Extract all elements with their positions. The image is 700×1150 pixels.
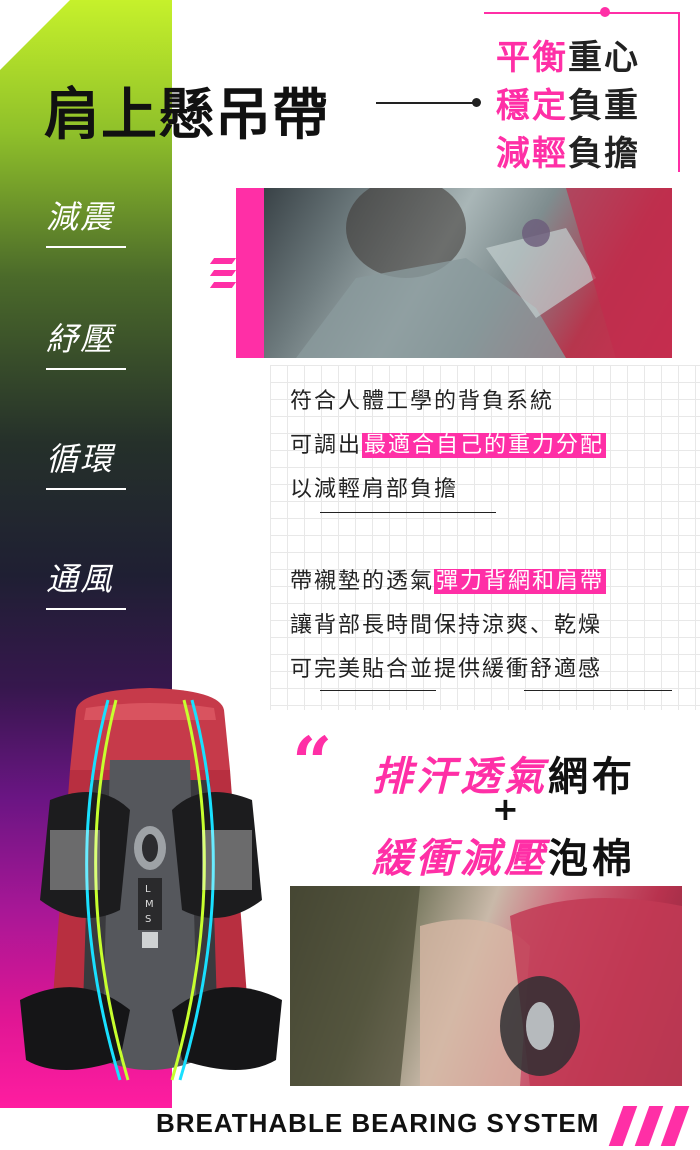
underline [320,512,496,513]
desc-text: 可調出 [290,433,363,458]
underline [524,690,672,691]
footer-text: BREATHABLE BEARING SYSTEM [156,1108,600,1138]
desc-line: 帶襯墊的透氣彈力背網和肩帶 [290,563,607,595]
desc-line: 以減輕肩部負擔 [290,477,459,502]
feature-divider [46,488,126,490]
highlight-dark: 網布 [548,754,636,800]
page-title: 肩上懸吊帶 [44,83,329,148]
title-connector-dot [472,98,481,107]
hip-belt-photo [290,886,682,1086]
feature-ventilation: 通風 [46,560,115,598]
highlight-dark: 泡棉 [548,836,636,882]
shoulder-strap-photo [236,188,672,358]
title-connector-line [376,102,476,104]
slogan-pink-text: 平衡 [496,38,568,78]
quote-mark: “ [292,721,333,804]
size-label-m: M [145,899,154,910]
desc-line: 符合人體工學的背負系統 [290,389,555,414]
corner-decoration [0,0,70,70]
slogan-line-1: 平衡重心 [496,30,640,79]
desc-highlight: 彈力背網和肩帶 [434,569,607,594]
highlight-line-2: 緩衝減壓泡棉 [372,826,636,884]
highlight-pink: 緩衝減壓 [372,836,548,882]
slogan-pink-text: 穩定 [496,86,568,126]
underline [320,690,436,691]
desc-line: 可完美貼合並提供緩衝舒適感 [290,657,603,682]
slogan-dark-text: 負擔 [568,134,640,174]
plus-sign: + [492,790,519,828]
slogan-line-2: 穩定負重 [496,78,640,127]
slogan-frame-dot [600,7,610,17]
desc-line: 可調出最適合自己的重力分配 [290,427,607,459]
slogan-dark-text: 負重 [568,86,640,126]
slogan-line-3: 減輕負擔 [496,126,640,175]
highlight-pink: 排汗透氣 [372,754,548,800]
desc-line: 讓背部長時間保持涼爽、乾燥 [290,613,603,638]
size-label-s: S [145,914,152,925]
slogan-pink-text: 減輕 [496,134,568,174]
footer-slashes-decoration [606,1100,696,1150]
pink-stripes-decoration [209,258,242,298]
size-label-l: L [145,884,151,895]
desc-text: 帶襯墊的透氣 [290,569,435,594]
feature-pressure-relief: 紓壓 [46,320,115,358]
feature-divider [46,608,126,610]
desc-highlight: 最適合自己的重力分配 [362,433,607,458]
slogan-dark-text: 重心 [568,38,640,78]
feature-divider [46,368,126,370]
feature-divider [46,246,126,248]
feature-circulation: 循環 [46,440,115,478]
feature-shock-absorb: 減震 [46,198,115,236]
backpack-illustration: L M S [20,680,282,1090]
